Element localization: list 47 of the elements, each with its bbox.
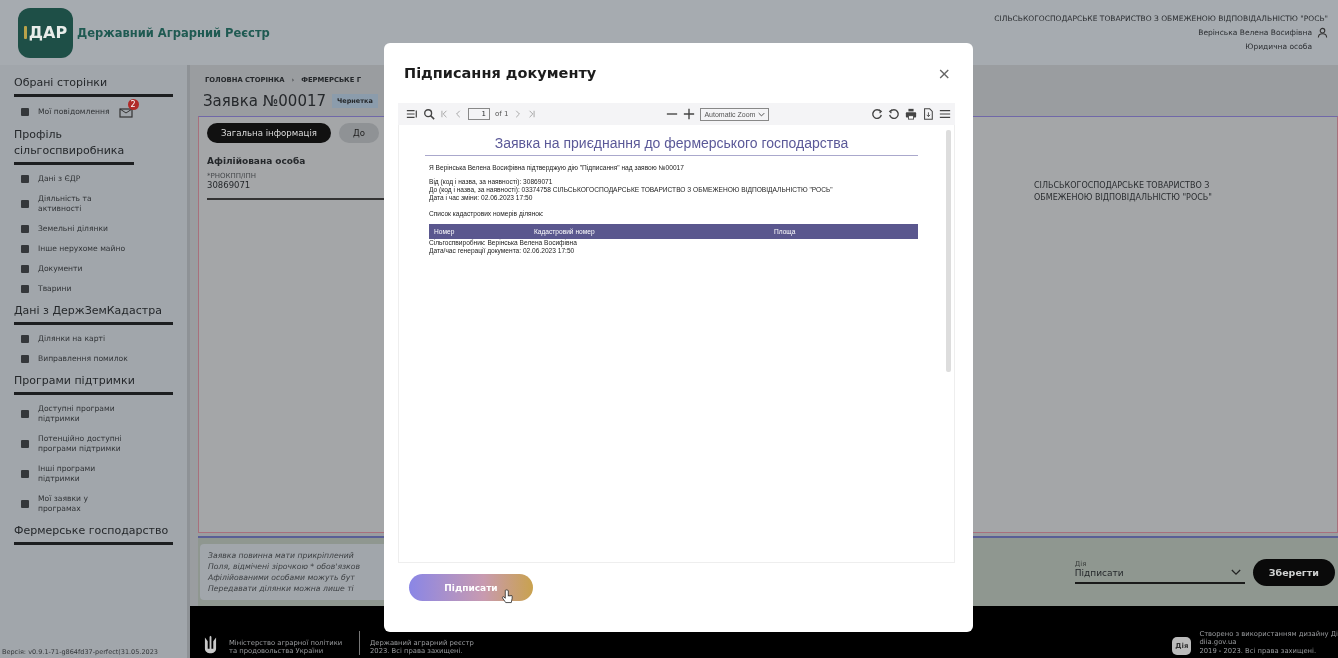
notification-badge: 2 xyxy=(127,99,139,110)
square-icon xyxy=(21,500,29,508)
sidebar-heading: Програми підтримки xyxy=(14,369,173,395)
sidebar-heading: Дані з ДержЗемКадастра xyxy=(14,299,173,325)
square-icon xyxy=(21,175,29,183)
tab[interactable]: До xyxy=(338,123,379,143)
chevron-down-icon xyxy=(758,111,766,117)
modal-title: Підписання документу xyxy=(404,65,597,81)
square-icon xyxy=(21,285,29,293)
logo-bar-icon xyxy=(23,26,27,39)
square-icon xyxy=(21,225,29,233)
print-icon[interactable] xyxy=(905,108,917,120)
sidebar-heading: Обрані сторінки xyxy=(14,71,173,97)
square-icon xyxy=(21,108,29,116)
sidebar-heading: Профіль сільгоспвиробника xyxy=(14,123,134,165)
tab[interactable]: Загальна інформація xyxy=(207,123,331,143)
close-button[interactable]: × xyxy=(933,63,955,83)
user-icon[interactable] xyxy=(1317,27,1328,38)
save-button[interactable]: Зберегти xyxy=(1252,558,1335,586)
download-icon[interactable] xyxy=(922,108,934,120)
rotate-clockwise-icon[interactable] xyxy=(871,108,883,120)
square-icon xyxy=(21,245,29,253)
scrollbar[interactable] xyxy=(946,130,951,372)
logo-mark: ДАР xyxy=(28,23,68,42)
trident-icon xyxy=(204,635,217,655)
square-icon xyxy=(21,410,29,418)
logo-text: Державний Аграрний Реєстр xyxy=(77,26,270,39)
hand-cursor-icon xyxy=(501,589,513,605)
zoom-in-icon[interactable] xyxy=(683,108,696,120)
envelope-icon xyxy=(118,106,133,118)
logo[interactable]: ДАР Державний Аграрний Реєстр xyxy=(18,7,270,58)
square-icon xyxy=(21,440,29,448)
sidebar-heading: Фермерське господарство xyxy=(14,519,173,545)
section-title: Афілійована особа xyxy=(207,156,307,166)
rotate-counterclockwise-icon[interactable] xyxy=(888,108,900,120)
search-icon[interactable] xyxy=(423,108,435,120)
menu-icon[interactable] xyxy=(939,108,951,120)
sidebar-toggle-icon[interactable] xyxy=(406,108,418,120)
document-title: Заявка на приєднання до фермерського господарства xyxy=(425,135,918,156)
chevron-down-icon xyxy=(1230,569,1241,576)
page-title: Заявка №00017 xyxy=(203,92,326,110)
square-icon xyxy=(21,200,29,208)
square-icon xyxy=(21,335,29,343)
square-icon xyxy=(21,265,29,273)
organization-name: СІЛЬСЬКОГОСПОДАРСЬКЕ ТОВАРИСТВО З ОБМЕЖЕНОЮ ВІДПОВІДАЛЬНІСТЮ "РОСЬ" xyxy=(1034,180,1213,204)
square-icon xyxy=(21,470,29,478)
square-icon xyxy=(21,355,29,363)
